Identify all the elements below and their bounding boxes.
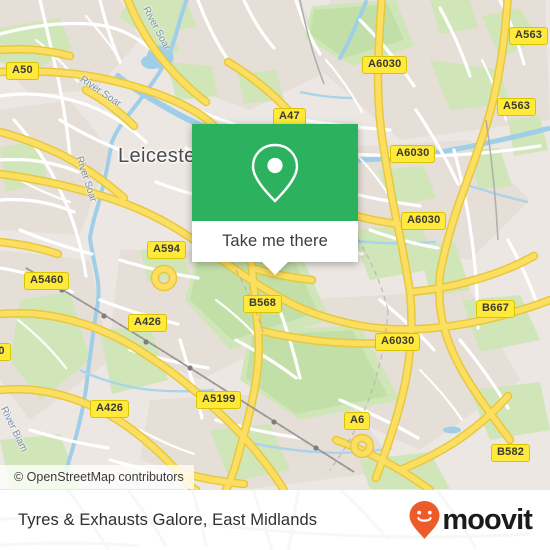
footer-bar: Tyres & Exhausts Galore, East Midlands m… (0, 490, 550, 550)
place-label-leicester: Leicester (118, 145, 203, 167)
location-title: Tyres & Exhausts Galore, East Midlands (18, 510, 318, 529)
moovit-pin-icon (409, 501, 440, 539)
road-shield-b667: B667 (476, 300, 516, 318)
road-shield-a594: A594 (147, 241, 187, 259)
road-shield-a6030-s: A6030 (375, 333, 421, 351)
road-shield-b568: B568 (243, 295, 283, 313)
road-shield-b582: B582 (491, 444, 531, 462)
moovit-map-page: Leicester River Soar River Soar River So… (0, 0, 550, 550)
map-pin-icon (251, 143, 299, 203)
take-me-there-label: Take me there (222, 232, 328, 250)
road-shield-a426-n: A426 (128, 314, 168, 332)
popup-icon-area (192, 124, 358, 221)
road-shield-a6030-ne: A6030 (390, 145, 436, 163)
road-shield-a563-n: A563 (509, 27, 549, 45)
road-shield-a50: A50 (6, 62, 39, 80)
road-shield-a563-e: A563 (497, 98, 537, 116)
location-popup-card[interactable]: Take me there (192, 124, 358, 275)
road-shield-a426-s: A426 (90, 400, 130, 418)
map-attribution[interactable]: © OpenStreetMap contributors (0, 465, 194, 489)
popup-action-area[interactable]: Take me there (192, 221, 358, 262)
moovit-logo[interactable]: moovit (408, 500, 533, 540)
road-shield-a6030-n: A6030 (362, 56, 408, 74)
road-shield-a5460-clipped: 60 (0, 343, 11, 361)
moovit-wordmark: moovit (442, 503, 533, 536)
road-shield-a5460: A5460 (24, 272, 70, 290)
road-shield-a5199: A5199 (196, 391, 242, 409)
popup-pointer-tail (262, 262, 288, 275)
map-canvas[interactable]: Leicester River Soar River Soar River So… (0, 0, 550, 490)
attribution-text: © OpenStreetMap contributors (14, 470, 184, 484)
road-shield-a6030-e: A6030 (401, 212, 447, 230)
road-shield-a6: A6 (344, 412, 371, 430)
